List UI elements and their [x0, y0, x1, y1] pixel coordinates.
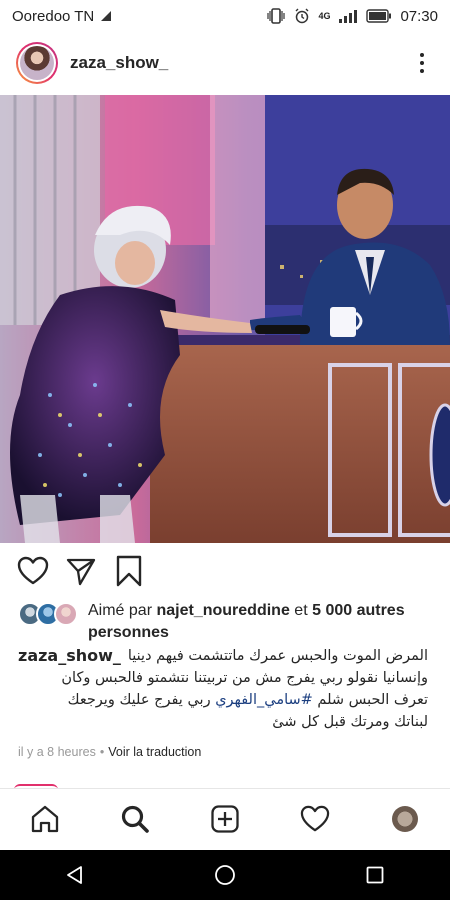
search-icon [121, 805, 149, 833]
nav-new-post[interactable] [201, 795, 249, 843]
more-vertical-icon [420, 53, 424, 57]
system-home-button[interactable] [205, 855, 245, 895]
post-image[interactable] [0, 95, 450, 543]
carrier-name: Ooredoo TN [12, 7, 95, 25]
caption-line-3: تعرف الحبس شلم #سامي_الفهري ربي يفرج علي… [18, 689, 428, 711]
home-icon [31, 805, 59, 833]
cell-signal-icon [338, 9, 358, 23]
heart-icon [17, 556, 49, 585]
meta-separator: • [99, 745, 105, 759]
send-icon [66, 558, 96, 586]
caption-text-1: المرض الموت والحبس عمرك ماتتشمت فيهم دين… [127, 648, 428, 664]
caption-text-3b: ربي يفرج عليك ويرجعك [67, 692, 216, 708]
caption-text-3a: تعرف الحبس شلم [312, 692, 428, 708]
see-translation-link[interactable]: Voir la traduction [108, 745, 201, 759]
system-recents-button[interactable] [355, 855, 395, 895]
status-right: 4G 07:30 [266, 8, 438, 25]
post-photo [0, 95, 450, 543]
save-button[interactable] [112, 554, 146, 588]
nav-activity[interactable] [291, 795, 339, 843]
post-header: zaza_show_ [0, 38, 450, 88]
signal-strength-icon [100, 10, 112, 22]
nav-profile[interactable] [381, 795, 429, 843]
network-type-icon: 4G [318, 10, 331, 21]
likes-summary[interactable]: Aimé par najet_noureddine et 5 000 autre… [18, 600, 438, 644]
vibrate-icon [266, 8, 286, 24]
caption-line-4: لبناتك ومرتك قبل كل شئ [272, 714, 428, 730]
more-options-button[interactable] [410, 48, 434, 78]
post-username[interactable]: zaza_show_ [70, 53, 168, 73]
post-timestamp: il y a 8 heures [18, 745, 96, 759]
clock: 07:30 [400, 7, 438, 25]
home-circle-icon [215, 865, 235, 885]
battery-icon [366, 9, 392, 23]
profile-avatar [392, 806, 418, 832]
add-post-icon [211, 805, 239, 833]
likes-connector: et [294, 602, 308, 619]
likes-text: Aimé par najet_noureddine et 5 000 autre… [88, 600, 433, 644]
network-type-label: 4G [318, 10, 331, 21]
back-triangle-icon [67, 866, 82, 884]
liker-avatars [18, 602, 84, 626]
likes-user[interactable]: najet_noureddine [156, 602, 289, 619]
like-button[interactable] [16, 554, 50, 588]
caption-username[interactable]: zaza_show_ [18, 645, 121, 667]
story-avatar[interactable] [16, 42, 58, 84]
nav-home[interactable] [21, 795, 69, 843]
nav-search[interactable] [111, 795, 159, 843]
caption-line-1: المرض الموت والحبس عمرك ماتتشمت فيهم دين… [18, 645, 428, 667]
heart-icon [300, 805, 330, 832]
status-left: Ooredoo TN [12, 8, 112, 25]
recents-square-icon [366, 866, 384, 884]
likes-prefix: Aimé par [88, 602, 153, 619]
post-actions [0, 553, 450, 589]
alarm-icon [294, 8, 310, 24]
caption-hashtag[interactable]: #سامي_الفهري [215, 692, 313, 708]
post-meta: il y a 8 heures • Voir la traduction [18, 745, 201, 759]
bookmark-icon [116, 555, 142, 587]
share-button[interactable] [64, 554, 98, 588]
caption-line-2: وإنسانيا نقولو ربي يفرج مش من تربيتنا نت… [61, 670, 428, 686]
status-bar: Ooredoo TN 4G 07:30 [0, 0, 450, 32]
system-navigation-bar [0, 850, 450, 900]
bottom-navigation [0, 789, 450, 849]
avatar [20, 46, 54, 80]
system-back-button[interactable] [55, 855, 95, 895]
post-caption: المرض الموت والحبس عمرك ماتتشمت فيهم دين… [18, 645, 428, 733]
liker-avatar [54, 602, 78, 626]
